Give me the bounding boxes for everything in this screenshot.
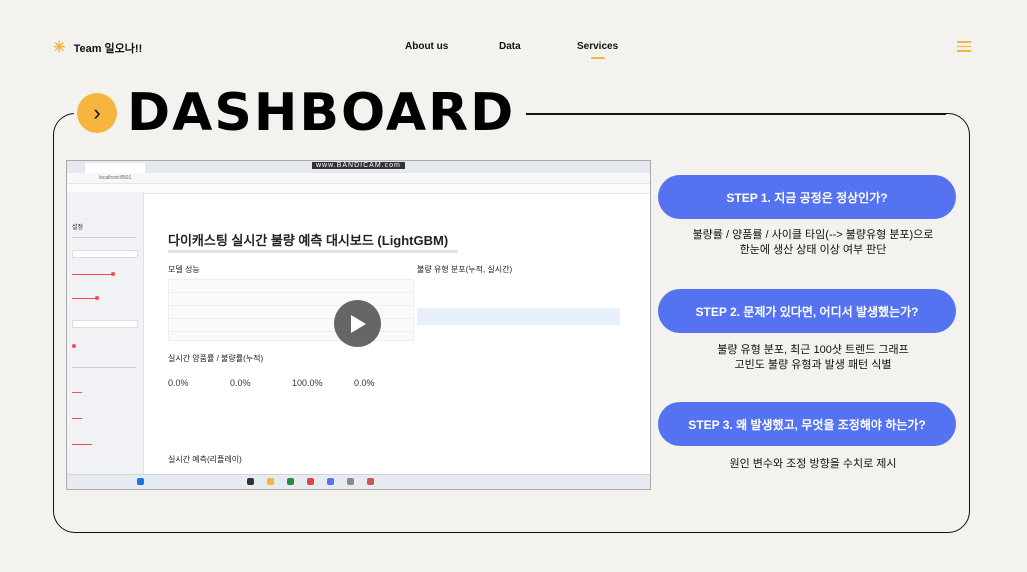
slider-handle[interactable] xyxy=(111,272,115,276)
info-box xyxy=(417,308,620,325)
step-1-pill[interactable]: STEP 1. 지금 공정은 정상인가? xyxy=(658,175,956,219)
desc-line: 한눈에 생산 상태 이상 여부 판단 xyxy=(739,244,887,256)
page-title: DASHBOARD xyxy=(127,83,516,143)
metric-value: 0.0% xyxy=(168,378,189,388)
section-dist: 불량 유형 분포(누적, 실시간) xyxy=(417,265,513,274)
play-icon xyxy=(350,314,366,333)
metric-value: 0.0% xyxy=(230,378,251,388)
step-3-pill[interactable]: STEP 3. 왜 발생했고, 무엇을 조정해야 하는가? xyxy=(658,402,956,446)
brand[interactable]: ✳ Team 일오나!! xyxy=(53,40,142,56)
nav-link-about[interactable]: About us xyxy=(405,41,448,52)
metric-value: 100.0% xyxy=(292,378,323,388)
app-icon[interactable] xyxy=(267,478,274,485)
slider-handle[interactable] xyxy=(95,296,99,300)
chevron-right-icon[interactable]: › xyxy=(77,93,117,133)
step-2-pill[interactable]: STEP 2. 문제가 있다면, 어디서 발생했는가? xyxy=(658,289,956,333)
sidebar-input[interactable] xyxy=(72,250,138,258)
step-1-desc: 불량률 / 양품률 / 사이클 타임(--> 불량유형 분포)으로 한눈에 생산… xyxy=(658,228,968,258)
sidebar-line xyxy=(72,367,136,368)
radio-button[interactable] xyxy=(72,344,76,348)
play-button[interactable] xyxy=(334,300,381,347)
sidebar-title: 설정 xyxy=(72,225,84,231)
app-title: 다이캐스팅 실시간 불량 예측 대시보드 (LightGBM) xyxy=(168,233,449,248)
sidebar-slider[interactable] xyxy=(72,274,112,275)
divider-line xyxy=(526,113,946,115)
section-model: 모델 성능 xyxy=(168,265,200,274)
sidebar-slider[interactable] xyxy=(72,392,82,393)
sidebar-slider[interactable] xyxy=(72,298,96,299)
desc-line: 고빈도 불량 유형과 발생 패턴 식별 xyxy=(734,359,892,371)
app-icon[interactable] xyxy=(287,478,294,485)
watermark: www.BANDICAM.com xyxy=(312,162,405,169)
app-icon[interactable] xyxy=(247,478,254,485)
sidebar-select[interactable] xyxy=(72,320,138,328)
sparkle-icon: ✳ xyxy=(53,39,66,56)
app-icon[interactable] xyxy=(307,478,314,485)
brand-name: Team 일오나!! xyxy=(73,43,143,55)
sidebar-slider[interactable] xyxy=(72,444,92,445)
app-main: 다이캐스팅 실시간 불량 예측 대시보드 (LightGBM) 모델 성능 불량… xyxy=(144,192,650,475)
menu-icon[interactable] xyxy=(957,41,971,55)
app-subtitle xyxy=(168,250,458,253)
metric-value: 0.0% xyxy=(354,378,375,388)
step-2-desc: 불량 유형 분포, 최근 100샷 트렌드 그래프 고빈도 불량 유형과 발생 … xyxy=(658,343,968,373)
desc-line: 불량률 / 양품률 / 사이클 타임(--> 불량유형 분포)으로 xyxy=(692,229,934,241)
sidebar-slider[interactable] xyxy=(72,418,82,419)
section-live: 실시간 예측(리플레이) xyxy=(168,455,242,464)
browser-tabbar: www.BANDICAM.com xyxy=(67,161,650,173)
browser-url[interactable]: localhost:8501 xyxy=(67,173,650,184)
nav-link-data[interactable]: Data xyxy=(499,41,521,52)
top-nav: ✳ Team 일오나!! About us Data Services xyxy=(0,38,1027,59)
browser-tab[interactable] xyxy=(85,163,145,173)
nav-link-services[interactable]: Services xyxy=(577,41,618,59)
app-icon[interactable] xyxy=(367,478,374,485)
app-sidebar: 설정 xyxy=(67,192,144,475)
step-3-desc: 원인 변수와 조정 방향을 수치로 제시 xyxy=(658,457,968,472)
taskbar xyxy=(67,474,650,489)
section-rates: 실시간 양품률 / 불량률(누적) xyxy=(168,354,264,363)
desc-line: 원인 변수와 조정 방향을 수치로 제시 xyxy=(729,458,897,470)
app-icon[interactable] xyxy=(327,478,334,485)
sidebar-line xyxy=(72,237,136,238)
app-icon[interactable] xyxy=(347,478,354,485)
app-icon[interactable] xyxy=(137,478,144,485)
desc-line: 불량 유형 분포, 최근 100샷 트렌드 그래프 xyxy=(717,344,909,356)
